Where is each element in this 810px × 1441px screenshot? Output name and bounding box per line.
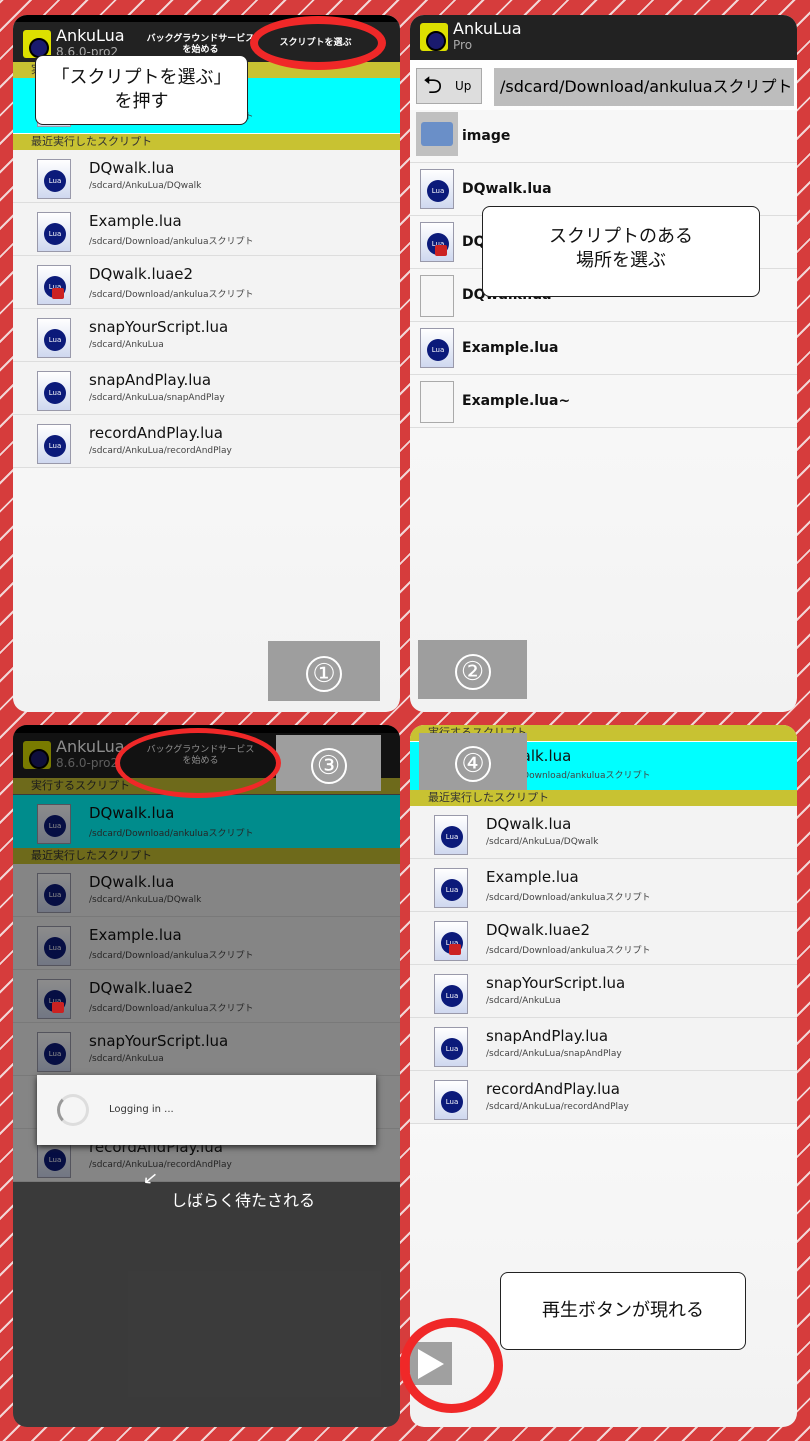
step-badge-1: ① [268, 641, 380, 701]
script-path: /sdcard/AnkuLua/DQwalk [486, 837, 599, 847]
recent-script-item[interactable]: DQwalk.luae2 /sdcard/Download/ankuluaスクリ… [410, 912, 797, 965]
highlight-ellipse [250, 16, 386, 70]
folder-icon [416, 112, 458, 156]
file-name: image [462, 128, 511, 144]
recent-script-item[interactable]: recordAndPlay.lua /sdcard/AnkuLua/record… [410, 1071, 797, 1124]
recent-script-item[interactable]: Example.lua /sdcard/Download/ankuluaスクリプ… [410, 859, 797, 912]
script-path: /sdcard/AnkuLua/snapAndPlay [486, 1049, 622, 1059]
file-list-item[interactable]: Example.lua~ [410, 375, 797, 428]
script-name: DQwalk.luae2 [486, 921, 591, 939]
screen-2: AnkuLua Pro ⮌ Up /sdcard/Download/ankulu… [410, 15, 797, 712]
file-name: Example.lua~ [462, 393, 571, 409]
script-path: /sdcard/AnkuLua/DQwalk [89, 181, 202, 191]
recent-script-item[interactable]: snapAndPlay.lua /sdcard/AnkuLua/snapAndP… [410, 1018, 797, 1071]
lua-file-icon [420, 328, 454, 368]
screen-1: AnkuLua 8.6.0-pro2 バックグラウンドサービス を始める スクリ… [13, 15, 400, 712]
lua-file-icon [37, 424, 71, 464]
file-icon [420, 275, 454, 317]
up-button[interactable]: ⮌ Up [416, 68, 482, 104]
step-number: ① [306, 656, 342, 692]
callout-step1: 「スクリプトを選ぶ」 を押す [35, 55, 248, 125]
encrypted-lua-file-icon [434, 921, 468, 961]
loading-text: Logging in ... [109, 1104, 174, 1115]
script-path: /sdcard/Download/ankuluaスクリプト [89, 290, 254, 300]
highlight-ellipse [400, 1318, 503, 1413]
script-name: DQwalk.luae2 [89, 265, 194, 283]
script-path: /sdcard/Download/ankuluaスクリプト [89, 237, 254, 247]
step-badge-4: ④ [419, 733, 527, 790]
file-list-item[interactable]: Example.lua [410, 322, 797, 375]
script-path: /sdcard/AnkuLua/snapAndPlay [89, 393, 225, 403]
step-badge-2: ② [418, 640, 527, 699]
script-path: /sdcard/Download/ankuluaスクリプト [486, 946, 651, 956]
app-logo-icon [23, 30, 51, 58]
lua-file-icon [434, 1027, 468, 1067]
lua-file-icon [434, 815, 468, 855]
lua-file-icon [420, 222, 454, 262]
recent-script-item[interactable]: Example.lua /sdcard/Download/ankuluaスクリプ… [13, 203, 400, 256]
script-path: /sdcard/AnkuLua/recordAndPlay [486, 1102, 629, 1112]
annotation-step3: しばらく待たされる [171, 1191, 316, 1210]
encrypted-lua-file-icon [37, 265, 71, 305]
script-name: DQwalk.lua [486, 815, 572, 833]
lua-file-icon [37, 371, 71, 411]
file-list-item[interactable]: image [410, 110, 797, 163]
file-name: Example.lua [462, 340, 559, 356]
script-name: snapAndPlay.lua [89, 371, 212, 389]
recent-script-item[interactable]: snapYourScript.lua /sdcard/AnkuLua [410, 965, 797, 1018]
callout-step4: 再生ボタンが現れる [500, 1272, 746, 1350]
script-name: Example.lua [486, 868, 579, 886]
spinner-icon [57, 1094, 89, 1126]
script-name: recordAndPlay.lua [486, 1080, 620, 1098]
app-name: AnkuLua [56, 26, 125, 45]
section-recent: 最近実行したスクリプト [13, 134, 400, 150]
step-number: ② [454, 654, 491, 690]
recent-script-item[interactable]: recordAndPlay.lua /sdcard/AnkuLua/record… [13, 415, 400, 468]
file-name: DQwalk.lua [462, 181, 552, 197]
up-label: Up [455, 79, 472, 93]
lua-file-icon [434, 974, 468, 1014]
script-name: snapAndPlay.lua [486, 1027, 609, 1045]
script-path: /sdcard/AnkuLua/recordAndPlay [89, 446, 232, 456]
script-path: /sdcard/AnkuLua [89, 340, 164, 350]
step-number: ③ [310, 748, 347, 784]
lua-file-icon [37, 212, 71, 252]
app-header: AnkuLua Pro [410, 15, 797, 60]
recent-script-item[interactable]: snapAndPlay.lua /sdcard/AnkuLua/snapAndP… [13, 362, 400, 415]
app-logo-icon [420, 23, 448, 51]
script-name: DQwalk.lua [89, 159, 175, 177]
step-number: ④ [455, 746, 491, 782]
lua-file-icon [37, 159, 71, 199]
step-badge-3: ③ [276, 735, 381, 791]
lua-file-icon [420, 169, 454, 209]
script-path: /sdcard/AnkuLua [486, 996, 561, 1006]
script-name: Example.lua [89, 212, 182, 230]
loading-dialog: Logging in ... [37, 1075, 376, 1145]
recent-script-item[interactable]: DQwalk.luae2 /sdcard/Download/ankuluaスクリ… [13, 256, 400, 309]
path-field[interactable]: /sdcard/Download/ankuluaスクリプト [494, 68, 794, 106]
script-name: recordAndPlay.lua [89, 424, 223, 442]
script-name: snapYourScript.lua [486, 974, 626, 992]
script-path: /sdcard/Download/ankuluaスクリプト [486, 893, 651, 903]
recent-script-item[interactable]: snapYourScript.lua /sdcard/AnkuLua [13, 309, 400, 362]
section-recent: 最近実行したスクリプト [410, 790, 797, 806]
recent-script-item[interactable]: DQwalk.lua /sdcard/AnkuLua/DQwalk [410, 806, 797, 859]
start-service-button[interactable]: バックグラウンドサービス を始める [138, 34, 263, 56]
script-name: snapYourScript.lua [89, 318, 229, 336]
callout-step2: スクリプトのある 場所を選ぶ [482, 206, 760, 297]
app-name: AnkuLua [453, 19, 522, 38]
lua-file-icon [434, 1080, 468, 1120]
screen-3: AnkuLua 8.6.0-pro2 バックグラウンドサービス を始める 実行す… [13, 725, 400, 1427]
app-edition: Pro [453, 38, 473, 52]
lua-file-icon [434, 868, 468, 908]
highlight-ellipse [115, 728, 281, 798]
file-icon [420, 381, 454, 423]
lua-file-icon [37, 318, 71, 358]
back-arrow-icon: ⮌ [423, 71, 443, 99]
recent-script-item[interactable]: DQwalk.lua /sdcard/AnkuLua/DQwalk [13, 150, 400, 203]
